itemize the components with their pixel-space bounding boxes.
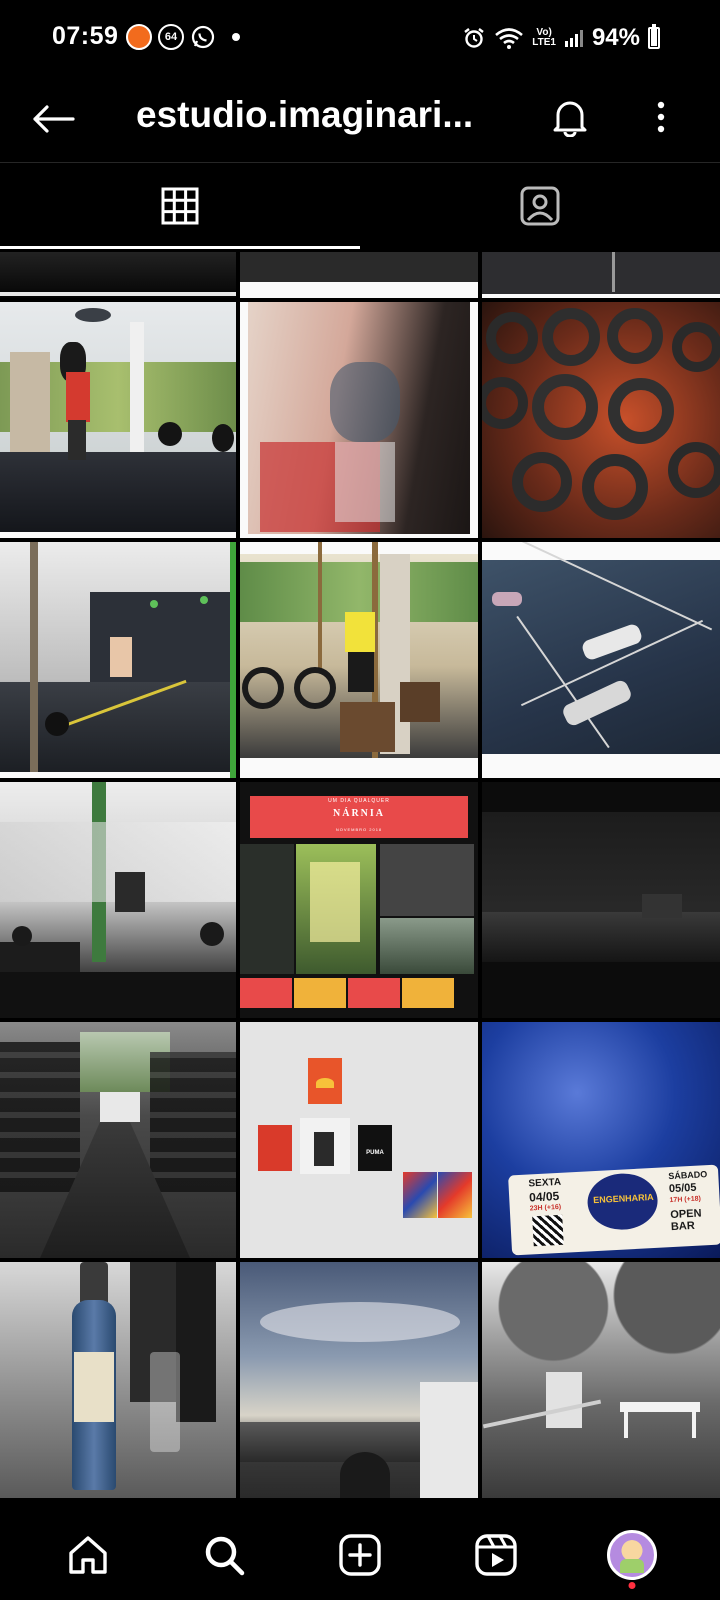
flyer-extra: OPEN BAR <box>670 1207 702 1234</box>
battery-level <box>651 29 657 46</box>
notification-icons: 64 <box>126 24 240 50</box>
nav-home[interactable] <box>58 1525 118 1585</box>
badge-icon: 64 <box>158 24 184 50</box>
post-tile[interactable] <box>482 782 720 1018</box>
tab-posts-grid[interactable] <box>0 163 360 249</box>
flyer-date1: 04/05 <box>528 1188 560 1205</box>
post-tile[interactable] <box>0 542 236 778</box>
profile-tabs <box>0 163 720 249</box>
nav-profile[interactable] <box>602 1525 662 1589</box>
whatsapp-icon <box>191 25 215 49</box>
post-tile[interactable] <box>240 1262 478 1498</box>
bottom-navigation <box>0 1510 720 1600</box>
post-tile[interactable] <box>482 1262 720 1498</box>
profile-username: estudio.imaginari... <box>136 94 474 135</box>
more-options-button[interactable] <box>636 92 686 142</box>
avatar <box>607 1530 657 1580</box>
grid-icon <box>161 187 199 225</box>
system-icons: Vo) LTE1 94% <box>462 24 660 52</box>
back-button[interactable] <box>28 94 78 144</box>
flyer-day1: SEXTA <box>528 1176 562 1190</box>
battery-percent: 94% <box>591 24 640 51</box>
app-notification-icon <box>126 24 152 50</box>
post-tile[interactable] <box>0 302 236 538</box>
active-tab-indicator <box>0 246 360 249</box>
nav-search[interactable] <box>194 1525 254 1585</box>
flyer-info2: 17H (+18) <box>669 1195 702 1205</box>
post-tile[interactable] <box>240 252 478 298</box>
post-tile[interactable] <box>0 252 236 298</box>
profile-notification-dot <box>628 1582 636 1589</box>
profile-header: estudio.imaginari... <box>0 80 720 162</box>
nav-reels[interactable] <box>466 1525 526 1585</box>
poster-title: NÁRNIA <box>333 808 385 819</box>
reels-icon <box>475 1534 517 1576</box>
flyer-info1: 23H (+16) <box>529 1203 562 1213</box>
network-type: Vo) LTE1 <box>532 28 556 48</box>
post-tile[interactable] <box>482 252 720 298</box>
battery-icon <box>648 24 660 49</box>
nav-create[interactable] <box>330 1525 390 1585</box>
status-time: 07:59 <box>52 22 119 50</box>
post-tile[interactable] <box>0 1262 236 1498</box>
home-icon <box>69 1536 107 1574</box>
poster-sub-text: NOVEMBRO 2018 <box>335 827 383 832</box>
post-tile[interactable]: UM DIA QUALQUER NÁRNIA NOVEMBRO 2018 <box>240 782 478 1018</box>
bell-icon <box>553 101 587 137</box>
post-tile[interactable]: PUMA <box>240 1022 478 1258</box>
more-vertical-icon <box>657 101 665 133</box>
more-notifications-dot <box>232 33 240 41</box>
post-tile[interactable] <box>240 302 478 538</box>
network-bottom-label: LTE1 <box>532 37 556 48</box>
search-icon <box>205 1536 245 1576</box>
posts-grid: UM DIA QUALQUER NÁRNIA NOVEMBRO 2018 PUM… <box>0 252 720 1510</box>
post-tile[interactable] <box>482 542 720 778</box>
tab-tagged[interactable] <box>360 163 720 249</box>
tagged-person-icon <box>520 186 560 226</box>
plus-square-icon <box>339 1534 381 1576</box>
post-tile[interactable] <box>0 1022 236 1258</box>
signal-icon <box>564 30 583 47</box>
alarm-icon <box>464 28 484 48</box>
flyer-day2: SÁBADO <box>668 1169 708 1182</box>
poster-small-text: UM DIA QUALQUER <box>328 798 390 804</box>
flyer-date2: 05/05 <box>668 1181 697 1196</box>
notifications-button[interactable] <box>545 92 595 142</box>
status-bar: 07:59 64 Vo) LTE1 94% <box>0 0 720 80</box>
post-tile[interactable] <box>240 542 478 778</box>
arrow-left-icon <box>33 105 75 133</box>
poster-brand: PUMA <box>366 1150 384 1156</box>
post-tile[interactable] <box>482 302 720 538</box>
wifi-icon <box>495 28 524 49</box>
post-tile[interactable] <box>0 782 236 1018</box>
post-tile[interactable]: SEXTA 04/05 23H (+16) ENGENHARIA SÁBADO … <box>482 1022 720 1258</box>
